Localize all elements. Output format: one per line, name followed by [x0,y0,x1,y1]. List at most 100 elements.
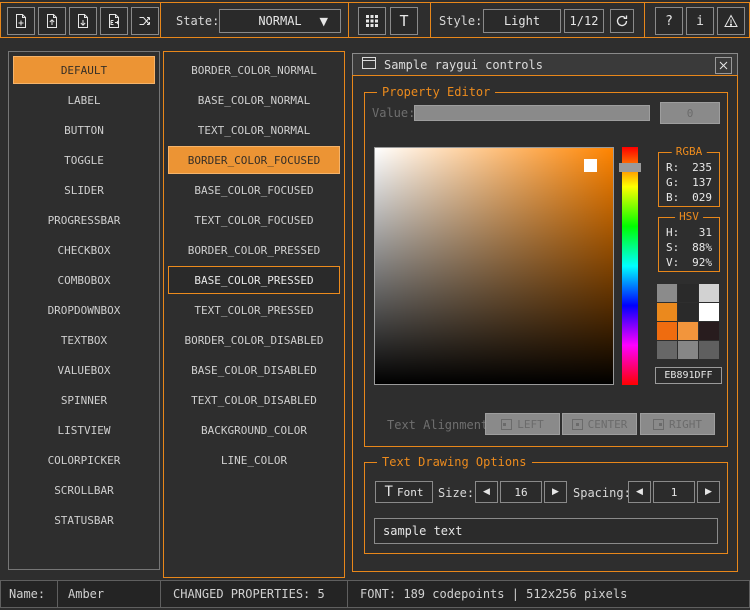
color-picker-area[interactable] [374,147,614,385]
color-swatch[interactable] [699,284,719,302]
hex-color-value: EB891DFF [664,370,712,381]
window-icon [362,57,376,72]
control-item-statusbar[interactable]: STATUSBAR [13,506,155,534]
color-swatch[interactable] [678,303,698,321]
control-item-checkbox[interactable]: CHECKBOX [13,236,155,264]
control-item-scrollbar[interactable]: SCROLLBAR [13,476,155,504]
file-open-button[interactable] [38,7,66,35]
file-open-icon [44,13,60,29]
color-swatch[interactable] [678,341,698,359]
window-titlebar[interactable]: Sample raygui controls [352,53,738,76]
file-save-button[interactable] [69,7,97,35]
hue-bar-cursor[interactable] [619,163,641,172]
control-item-colorpicker[interactable]: COLORPICKER [13,446,155,474]
control-item-label[interactable]: LABEL [13,86,155,114]
property-item-selected[interactable]: BORDER_COLOR_FOCUSED [168,146,340,174]
property-item[interactable]: TEXT_COLOR_FOCUSED [168,206,340,234]
control-item-spinner[interactable]: SPINNER [13,386,155,414]
property-item[interactable]: BORDER_COLOR_NORMAL [168,56,340,84]
style-select[interactable]: Light [483,9,561,33]
value-slider[interactable] [414,105,650,121]
file-export-button[interactable] [100,7,128,35]
property-item[interactable]: LINE_COLOR [168,446,340,474]
value-box[interactable]: 0 [660,102,720,124]
color-swatch[interactable] [678,284,698,302]
style-table-button[interactable] [358,7,386,35]
control-item-listview[interactable]: LISTVIEW [13,416,155,444]
help-icon: ? [665,14,673,29]
color-swatch[interactable] [657,284,677,302]
color-swatch[interactable] [699,341,719,359]
style-color-swatches [657,284,719,359]
color-picker-cursor[interactable] [584,159,597,172]
style-page-button[interactable]: 1/12 [564,9,604,33]
align-left-button[interactable]: LEFT [485,413,560,435]
window-close-button[interactable] [715,57,732,74]
align-right-button[interactable]: RIGHT [640,413,715,435]
hue-row: H:31 [659,225,719,240]
size-value-box[interactable]: 16 [500,481,542,503]
sample-text-value: sample text [383,524,462,538]
help-button[interactable]: ? [655,7,683,35]
color-swatch[interactable] [678,322,698,340]
saturation-row: S:88% [659,240,719,255]
sample-text-input[interactable]: sample text [374,518,718,544]
reload-icon [615,14,629,28]
size-decrease-button[interactable]: ◀ [475,481,498,503]
size-increase-button[interactable]: ▶ [544,481,567,503]
property-item[interactable]: BACKGROUND_COLOR [168,416,340,444]
spacing-value-box[interactable]: 1 [653,481,695,503]
spacing-decrease-button[interactable]: ◀ [628,481,651,503]
size-label: Size: [438,486,474,500]
color-swatch[interactable] [657,303,677,321]
hex-color-field[interactable]: EB891DFF [655,367,722,384]
control-item-toggle[interactable]: TOGGLE [13,146,155,174]
property-item[interactable]: TEXT_COLOR_DISABLED [168,386,340,414]
property-item[interactable]: BASE_COLOR_DISABLED [168,356,340,384]
file-new-button[interactable] [7,7,35,35]
control-item-progressbar[interactable]: PROGRESSBAR [13,206,155,234]
state-label: State: [176,14,219,28]
brightness-value: 92% [692,255,712,270]
spacing-increase-button[interactable]: ▶ [697,481,720,503]
arrow-right-icon: ▶ [705,487,712,497]
control-item-valuebox[interactable]: VALUEBOX [13,356,155,384]
style-reload-button[interactable] [610,9,634,33]
color-swatch[interactable] [657,341,677,359]
statusbar-name-label: Name: [0,580,58,608]
hue-value: 31 [699,225,712,240]
info-button[interactable]: i [686,7,714,35]
property-item[interactable]: BORDER_COLOR_DISABLED [168,326,340,354]
property-item[interactable]: BASE_COLOR_FOCUSED [168,176,340,204]
issue-report-button[interactable] [717,7,745,35]
value-label: Value: [372,106,415,120]
property-item[interactable]: TEXT_COLOR_PRESSED [168,296,340,324]
font-atlas-button[interactable]: T [390,7,418,35]
randomize-style-button[interactable] [131,7,159,35]
property-item[interactable]: TEXT_COLOR_NORMAL [168,116,340,144]
file-save-icon [75,13,91,29]
state-dropdown[interactable]: NORMAL ▼ [219,9,341,33]
arrow-right-icon: ▶ [552,487,559,497]
control-item-dropdownbox[interactable]: DROPDOWNBOX [13,296,155,324]
color-swatch[interactable] [657,322,677,340]
control-item-textbox[interactable]: TEXTBOX [13,326,155,354]
arrow-left-icon: ◀ [483,487,490,497]
color-swatch[interactable] [699,303,719,321]
property-item-focused[interactable]: BASE_COLOR_PRESSED [168,266,340,294]
property-item[interactable]: BORDER_COLOR_PRESSED [168,236,340,264]
file-export-icon [106,13,122,29]
control-item-default[interactable]: DEFAULT [13,56,155,84]
rgba-group: RGBA R:235 G:137 B:029 [658,152,720,207]
spacing-label: Spacing: [573,486,631,500]
align-center-button[interactable]: CENTER [562,413,637,435]
control-item-button[interactable]: BUTTON [13,116,155,144]
control-item-slider[interactable]: SLIDER [13,176,155,204]
hue-bar[interactable] [622,147,638,385]
font-button[interactable]: T Font [375,481,433,503]
control-item-combobox[interactable]: COMBOBOX [13,266,155,294]
color-swatch[interactable] [699,322,719,340]
property-item[interactable]: BASE_COLOR_NORMAL [168,86,340,114]
rguistyler-app: State: NORMAL ▼ T Style: Light 1/12 [0,0,750,610]
text-options-group-title: Text Drawing Options [377,455,532,469]
